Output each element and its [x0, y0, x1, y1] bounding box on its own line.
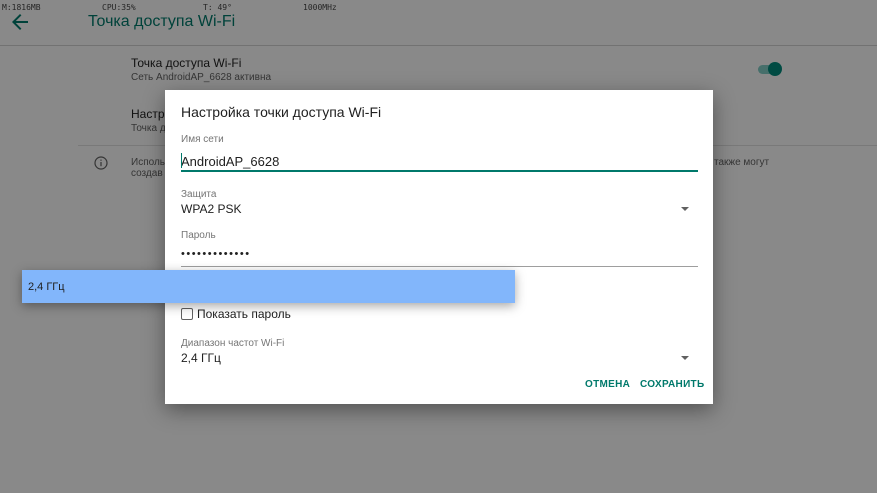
- dropdown-arrow-icon[interactable]: [681, 207, 689, 211]
- band-option-2-4ghz[interactable]: 2,4 ГГц: [22, 270, 515, 303]
- ssid-label: Имя сети: [181, 134, 224, 145]
- save-button[interactable]: СОХРАНИТЬ: [640, 379, 704, 390]
- security-select[interactable]: WPA2 PSK: [181, 202, 241, 216]
- password-label: Пароль: [181, 230, 216, 241]
- password-input[interactable]: •••••••••••••: [181, 248, 698, 267]
- security-label: Защита: [181, 189, 217, 200]
- band-select[interactable]: 2,4 ГГц: [181, 351, 221, 365]
- dialog-title: Настройка точки доступа Wi-Fi: [181, 104, 382, 120]
- show-password-checkbox[interactable]: [181, 308, 193, 320]
- band-dropdown-popup: 2,4 ГГц: [22, 270, 515, 303]
- ssid-input[interactable]: [181, 152, 698, 172]
- band-option-label: 2,4 ГГц: [28, 281, 65, 293]
- show-password-label[interactable]: Показать пароль: [197, 307, 291, 321]
- hotspot-setup-dialog: Настройка точки доступа Wi-Fi Имя сети З…: [165, 90, 713, 404]
- dropdown-arrow-icon[interactable]: [681, 356, 689, 360]
- text-cursor: [181, 153, 182, 168]
- band-label: Диапазон частот Wi-Fi: [181, 338, 285, 349]
- cancel-button[interactable]: ОТМЕНА: [585, 379, 630, 390]
